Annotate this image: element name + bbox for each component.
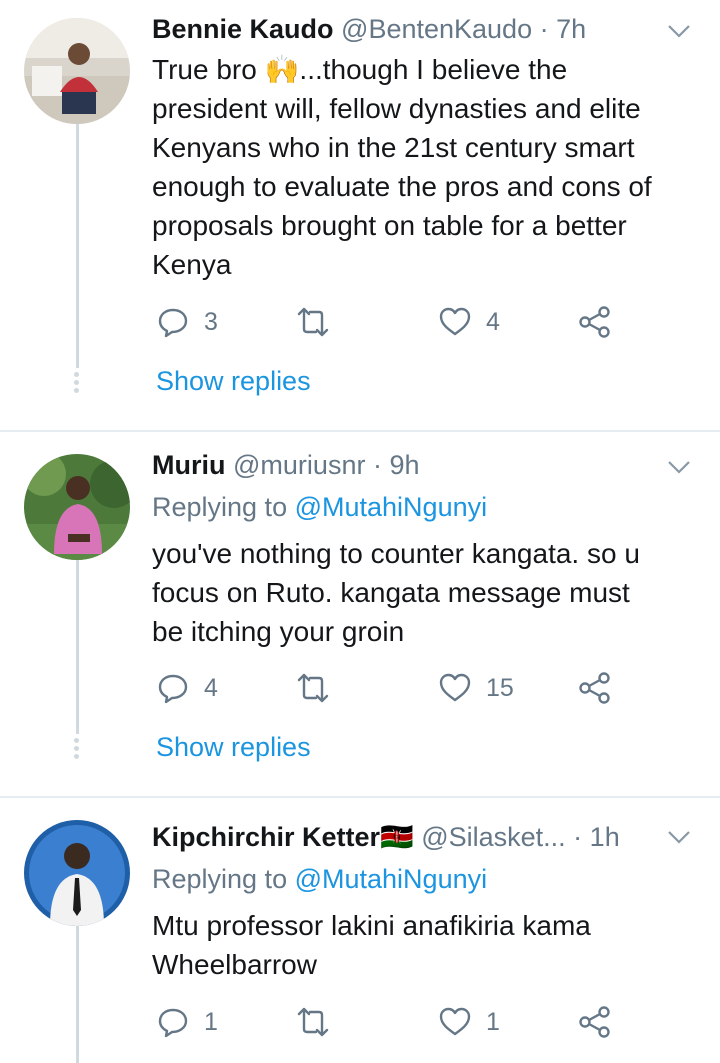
show-replies-link[interactable]: Show replies — [156, 366, 311, 397]
reply-icon — [158, 308, 188, 338]
tweet-actions: 1 1 — [152, 1002, 632, 1042]
mention-link[interactable]: @MutahiNgunyi — [295, 492, 488, 522]
tweet-actions: 4 15 — [152, 668, 632, 708]
tweet-text-line: focus on Ruto. kangata message must — [152, 577, 630, 608]
display-name[interactable]: Bennie Kaudo — [152, 14, 334, 44]
reply-button[interactable]: 1 — [156, 1002, 218, 1042]
reply-icon — [158, 1008, 188, 1038]
tweet-text-line: enough to evaluate the pros and cons of — [152, 171, 652, 202]
retweet-icon — [297, 1007, 329, 1037]
timestamp[interactable]: 9h — [389, 450, 419, 480]
share-button[interactable] — [578, 1002, 612, 1042]
avatar[interactable] — [24, 18, 130, 124]
heart-icon — [439, 673, 471, 702]
tweet-3[interactable]: Kipchirchir Ketter🇰🇪 @Silasket... · 1h R… — [0, 798, 720, 1063]
tweet-actions: 3 4 — [152, 302, 632, 342]
thread-line — [76, 926, 79, 1063]
thread-line — [76, 560, 79, 734]
heart-icon — [439, 307, 471, 336]
tweet-text-line: Kenyans who in the 21st century smart — [152, 132, 635, 163]
tweet-text-line: you've nothing to counter kangata. so u — [152, 538, 640, 569]
user-handle[interactable]: @muriusnr — [233, 450, 365, 480]
replying-to: Replying to @MutahiNgunyi — [152, 862, 487, 896]
like-count: 4 — [486, 307, 500, 336]
user-handle[interactable]: @BentenKaudo — [341, 14, 532, 44]
like-button[interactable]: 1 — [438, 1002, 500, 1042]
retweet-icon — [297, 307, 329, 337]
tweet-header: Muriu @muriusnr · 9h — [152, 448, 660, 482]
tweet-1[interactable]: Bennie Kaudo @BentenKaudo · 7h True bro … — [0, 0, 720, 430]
tweet-text: True bro 🙌...though I believe the presid… — [152, 50, 680, 284]
separator: · — [539, 14, 549, 44]
thread-dots — [74, 738, 80, 762]
separator: · — [573, 822, 583, 852]
thread-line — [76, 124, 79, 368]
reply-icon — [158, 674, 188, 704]
tweet-text-line: be itching your groin — [152, 616, 405, 647]
user-handle[interactable]: @Silasket... — [421, 822, 565, 852]
heart-icon — [439, 1007, 471, 1036]
avatar[interactable] — [24, 820, 130, 926]
share-icon — [579, 1006, 610, 1038]
share-icon — [579, 672, 610, 704]
tweet-header: Bennie Kaudo @BentenKaudo · 7h — [152, 12, 660, 46]
like-button[interactable]: 4 — [438, 302, 500, 342]
retweet-button[interactable] — [296, 1002, 344, 1042]
tweet-text-line: proposals brought on table for a better — [152, 210, 627, 241]
like-count: 15 — [486, 673, 514, 702]
reply-button[interactable]: 3 — [156, 302, 218, 342]
replying-to-label: Replying to — [152, 492, 288, 522]
tweet-text-line: Kenya — [152, 249, 232, 280]
display-name[interactable]: Kipchirchir Ketter🇰🇪 — [152, 822, 414, 852]
mention-link[interactable]: @MutahiNgunyi — [295, 864, 488, 894]
share-button[interactable] — [578, 668, 612, 708]
share-icon — [579, 306, 610, 338]
tweet-text-line: president will, fellow dynasties and eli… — [152, 93, 641, 124]
chevron-down-icon[interactable] — [666, 454, 692, 480]
reply-button[interactable]: 4 — [156, 668, 218, 708]
retweet-button[interactable] — [296, 668, 344, 708]
share-button[interactable] — [578, 302, 612, 342]
tweet-text-line: Wheelbarrow — [152, 949, 317, 980]
tweet-header: Kipchirchir Ketter🇰🇪 @Silasket... · 1h — [152, 820, 660, 854]
timestamp[interactable]: 7h — [556, 14, 586, 44]
chevron-down-icon[interactable] — [666, 18, 692, 44]
tweet-text: Mtu professor lakini anafikiria kama Whe… — [152, 906, 680, 984]
show-replies-link[interactable]: Show replies — [156, 732, 311, 763]
chevron-down-icon[interactable] — [666, 824, 692, 850]
display-name[interactable]: Muriu — [152, 450, 226, 480]
like-count: 1 — [486, 1007, 500, 1036]
reply-count: 3 — [204, 307, 218, 336]
retweet-button[interactable] — [296, 302, 344, 342]
tweet-text: you've nothing to counter kangata. so u … — [152, 534, 680, 651]
avatar[interactable] — [24, 454, 130, 560]
reply-count: 1 — [204, 1007, 218, 1036]
thread-dots — [74, 372, 80, 396]
replying-to-label: Replying to — [152, 864, 288, 894]
separator: · — [372, 450, 382, 480]
reply-count: 4 — [204, 673, 218, 702]
timestamp[interactable]: 1h — [590, 822, 620, 852]
retweet-icon — [297, 673, 329, 703]
like-button[interactable]: 15 — [438, 668, 514, 708]
replying-to: Replying to @MutahiNgunyi — [152, 490, 487, 524]
tweet-2[interactable]: Muriu @muriusnr · 9h Replying to @Mutahi… — [0, 432, 720, 796]
tweet-text-line: True bro 🙌...though I believe the — [152, 54, 568, 85]
tweet-text-line: Mtu professor lakini anafikiria kama — [152, 910, 591, 941]
